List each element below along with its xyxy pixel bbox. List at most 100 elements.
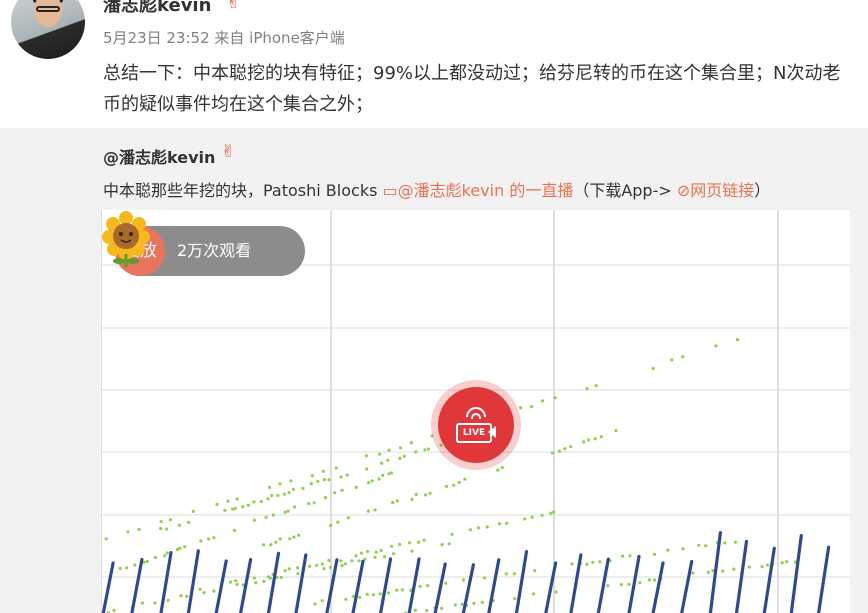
green-point — [392, 552, 396, 556]
green-point — [283, 510, 287, 514]
repost-text-mid: （下载App-> — [573, 181, 677, 200]
green-point — [165, 551, 169, 555]
green-point — [274, 540, 278, 544]
green-point — [485, 525, 489, 529]
green-point — [530, 405, 534, 409]
live-button-inner: LIVE — [438, 387, 514, 463]
blue-stroke — [186, 548, 201, 613]
green-point — [389, 471, 393, 475]
green-point — [279, 575, 283, 580]
green-point — [365, 467, 369, 471]
green-point — [297, 533, 301, 537]
user-avatar[interactable] — [11, 0, 85, 59]
green-point — [118, 566, 122, 571]
blue-stroke — [159, 551, 173, 613]
green-point — [423, 448, 427, 452]
blue-stroke — [816, 545, 831, 613]
green-point — [628, 554, 632, 558]
green-point — [395, 588, 399, 592]
blue-stroke — [239, 558, 253, 613]
green-point — [591, 560, 595, 564]
blue-stroke — [487, 558, 501, 613]
blue-stroke — [214, 559, 228, 613]
green-point — [262, 579, 266, 583]
green-point — [424, 493, 428, 497]
green-point — [287, 567, 291, 571]
live-play-button[interactable]: LIVE — [431, 380, 521, 470]
green-point — [647, 578, 652, 582]
repost-text-after: ） — [754, 181, 771, 200]
green-point — [557, 449, 561, 453]
green-point — [321, 469, 325, 473]
green-point — [666, 548, 670, 552]
green-point — [697, 543, 701, 547]
green-point — [333, 491, 337, 495]
green-point — [533, 569, 537, 573]
green-point — [268, 576, 272, 580]
green-point — [505, 521, 509, 525]
green-point — [482, 576, 487, 580]
green-point — [670, 358, 674, 362]
green-point — [282, 492, 287, 496]
blue-stroke — [762, 546, 776, 613]
green-point — [278, 482, 282, 486]
green-point — [346, 516, 350, 520]
green-point — [112, 608, 116, 612]
green-point — [301, 486, 305, 491]
green-point — [296, 566, 300, 570]
green-point — [125, 566, 129, 570]
green-point — [223, 508, 227, 512]
live-link[interactable]: @潘志彪kevin 的一直播 — [398, 181, 574, 200]
green-point — [553, 396, 557, 400]
green-point — [266, 497, 270, 501]
green-point — [390, 544, 394, 548]
view-count: 2万次观看 — [177, 241, 252, 260]
repost-username[interactable]: @潘志彪kevin — [103, 144, 215, 168]
post-username[interactable]: 潘志彪kevin — [103, 0, 211, 17]
green-point — [426, 447, 430, 451]
green-point — [159, 526, 163, 531]
green-point — [410, 549, 414, 553]
green-point — [714, 344, 718, 348]
green-point — [246, 503, 250, 507]
green-point — [747, 565, 752, 569]
avatar-glasses — [36, 6, 60, 12]
green-point — [387, 448, 391, 452]
green-point — [365, 592, 369, 596]
green-point — [398, 456, 402, 460]
green-point — [234, 579, 238, 583]
green-point — [153, 555, 157, 560]
repost-text-before: 中本聪那些年挖的块，Patoshi Blocks — [103, 181, 383, 200]
green-point — [179, 594, 183, 598]
green-point — [226, 499, 230, 503]
blue-stroke — [789, 534, 803, 613]
green-point — [264, 515, 268, 519]
green-point — [288, 537, 292, 541]
green-point — [233, 506, 237, 510]
video-player[interactable]: 回放 2万次观看 LIVE — [101, 210, 850, 613]
green-point — [721, 569, 725, 573]
green-point — [460, 602, 464, 606]
link-icon: ⊘ — [676, 181, 691, 200]
green-point — [198, 587, 202, 591]
sunflower-icon — [102, 211, 150, 267]
green-point — [292, 535, 296, 539]
green-point — [472, 601, 476, 605]
green-point — [444, 581, 448, 585]
web-link[interactable]: 网页链接 — [690, 181, 754, 200]
green-point — [413, 608, 417, 612]
green-point — [422, 538, 426, 542]
green-point — [350, 559, 354, 563]
green-point — [178, 546, 182, 550]
green-point — [480, 600, 484, 604]
green-point — [426, 584, 430, 588]
green-point — [704, 544, 708, 548]
green-point — [313, 602, 317, 606]
green-point — [334, 466, 338, 470]
green-point — [340, 564, 344, 568]
green-point — [262, 543, 266, 547]
green-point — [254, 581, 258, 585]
green-point — [377, 477, 381, 481]
signal-wave-icon-inner — [471, 413, 481, 419]
green-point — [563, 447, 567, 451]
